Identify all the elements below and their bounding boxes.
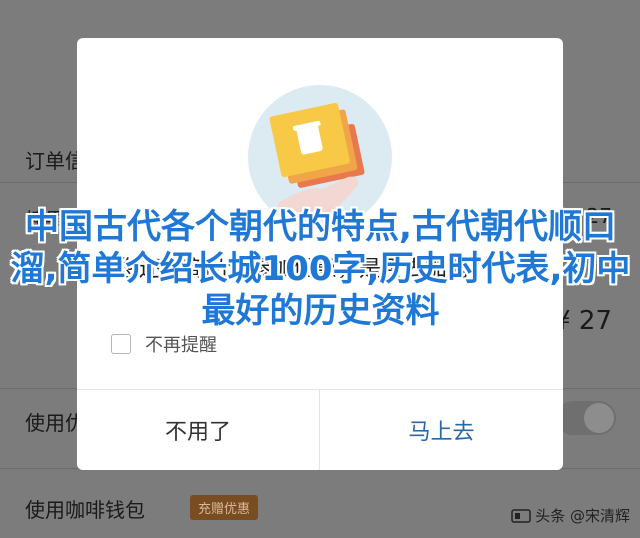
go-now-button[interactable]: 马上去 <box>320 390 563 470</box>
order-info-label: 订单信 <box>25 149 85 173</box>
cancel-button[interactable]: 不用了 <box>77 390 320 470</box>
coupon-toggle[interactable] <box>556 401 616 435</box>
checkbox-label: 不再提醒 <box>145 335 217 356</box>
overlay-caption: 中国古代各个朝代的特点,古代朝代顺口溜,简单介绍长城100字,历史时代表,初中最… <box>10 207 631 331</box>
recharge-badge: 充赠优惠 <box>190 495 259 520</box>
watermark: 头条 @宋清辉 <box>511 505 630 526</box>
toutiao-logo-icon <box>511 508 531 523</box>
toggle-knob <box>584 403 614 433</box>
coffee-wallet-label: 使用咖啡钱包 <box>25 498 145 522</box>
watermark-text: 头条 @宋清辉 <box>535 507 630 525</box>
checkbox-box[interactable] <box>111 334 131 354</box>
use-coupon-label: 使用优 <box>25 411 85 435</box>
dont-remind-checkbox[interactable]: 不再提醒 <box>111 331 217 357</box>
dialog-button-bar: 不用了 马上去 <box>77 389 563 470</box>
